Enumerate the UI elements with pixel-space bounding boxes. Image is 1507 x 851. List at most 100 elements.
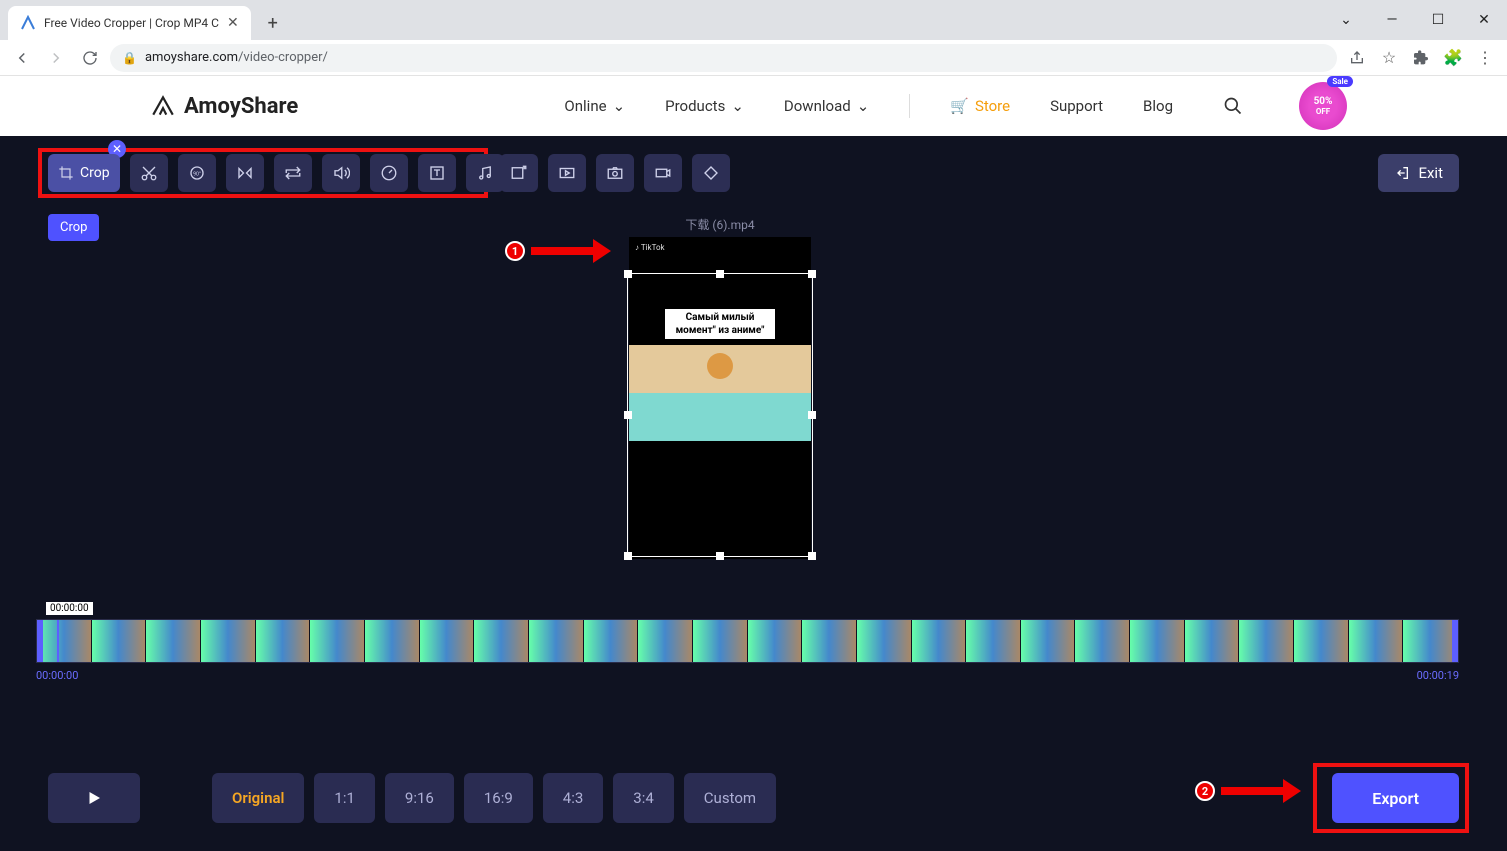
- time-end: 00:00:19: [1417, 669, 1459, 682]
- crop-tool-button[interactable]: Crop: [48, 154, 120, 192]
- nav-online[interactable]: Online⌄: [564, 97, 625, 115]
- ratio-9-16[interactable]: 9:16: [385, 773, 454, 823]
- ratio-4-3[interactable]: 4:3: [543, 773, 604, 823]
- flip-tool-button[interactable]: [226, 154, 264, 192]
- minimize-icon[interactable]: —: [1369, 0, 1415, 40]
- crop-handle-bl[interactable]: [624, 552, 632, 560]
- play-button[interactable]: [48, 773, 140, 823]
- tab-close-icon[interactable]: ✕: [227, 15, 239, 31]
- chevron-down-icon: ⌄: [857, 97, 870, 115]
- volume-tool-button[interactable]: [322, 154, 360, 192]
- crop-tooltip: Crop: [48, 214, 99, 241]
- dropdown-icon[interactable]: ⌄: [1323, 0, 1369, 40]
- crop-handle-bm[interactable]: [716, 552, 724, 560]
- exit-button[interactable]: Exit: [1378, 154, 1459, 192]
- playhead[interactable]: [57, 619, 59, 663]
- ratio-16-9[interactable]: 16:9: [464, 773, 533, 823]
- filename: 下载 (6).mp4: [625, 216, 815, 233]
- rotate-tool-button[interactable]: 90°: [178, 154, 216, 192]
- timeline-track[interactable]: [36, 619, 1459, 663]
- extension-icon[interactable]: [1407, 44, 1435, 72]
- share-icon[interactable]: [1343, 44, 1371, 72]
- tag-button[interactable]: [692, 154, 730, 192]
- back-button[interactable]: [8, 44, 36, 72]
- nav-products[interactable]: Products⌄: [665, 97, 744, 115]
- time-start: 00:00:00: [36, 669, 78, 682]
- aspect-ratio-group: Original 1:1 9:16 16:9 4:3 3:4 Custom: [212, 773, 776, 823]
- record-button[interactable]: [644, 154, 682, 192]
- trim-handle-right[interactable]: [1452, 620, 1458, 662]
- toolbar-secondary: [500, 154, 730, 192]
- sale-off: OFF: [1316, 107, 1330, 116]
- loop-tool-button[interactable]: [274, 154, 312, 192]
- browser-title-bar: Free Video Cropper | Crop MP4 C ✕ + ⌄ — …: [0, 0, 1507, 40]
- crop-handle-tr[interactable]: [808, 270, 816, 278]
- logo[interactable]: AmoyShare: [150, 93, 298, 119]
- annotation-1: 1: [505, 241, 611, 261]
- playhead-time: 00:00:00: [46, 602, 93, 615]
- window-controls: ⌄ — ☐ ✕: [1323, 0, 1507, 40]
- music-tool-button[interactable]: [466, 154, 504, 192]
- exit-label: Exit: [1418, 164, 1443, 182]
- browser-tab[interactable]: Free Video Cropper | Crop MP4 C ✕: [8, 6, 251, 40]
- chevron-down-icon: ⌄: [613, 97, 626, 115]
- close-window-icon[interactable]: ✕: [1461, 0, 1507, 40]
- nav-store[interactable]: 🛒Store: [950, 97, 1010, 115]
- tab-favicon: [20, 15, 36, 31]
- crop-handle-tm[interactable]: [716, 270, 724, 278]
- crop-handle-ml[interactable]: [624, 411, 632, 419]
- timeline: 00:00:00 00:00:00 00:00:19: [36, 596, 1459, 682]
- toolbar: Crop 90°: [48, 154, 504, 192]
- crop-handle-br[interactable]: [808, 552, 816, 560]
- annotation-arrow: [1221, 782, 1301, 800]
- add-image-button[interactable]: [500, 154, 538, 192]
- svg-text:90°: 90°: [193, 171, 201, 177]
- crop-handle-mr[interactable]: [808, 411, 816, 419]
- lock-icon: 🔒: [122, 51, 137, 65]
- ratio-original[interactable]: Original: [212, 773, 304, 823]
- chevron-down-icon: ⌄: [731, 97, 744, 115]
- crop-handle-tl[interactable]: [624, 270, 632, 278]
- reload-button[interactable]: [76, 44, 104, 72]
- extension-pinned-icon[interactable]: 🧩: [1439, 44, 1467, 72]
- annotation-number: 2: [1195, 781, 1215, 801]
- nav-blog[interactable]: Blog: [1143, 97, 1173, 115]
- annotation-2: 2: [1195, 781, 1301, 801]
- add-video-button[interactable]: [548, 154, 586, 192]
- video-frame[interactable]: ♪ TikTok Самый милый момент" из аниме": [629, 237, 811, 559]
- address-bar: 🔒 amoyshare.com/video-cropper/ ☆ 🧩 ⋮: [0, 40, 1507, 76]
- ratio-custom[interactable]: Custom: [684, 773, 776, 823]
- forward-button[interactable]: [42, 44, 70, 72]
- nav-download[interactable]: Download⌄: [784, 97, 869, 115]
- annotation-number: 1: [505, 241, 525, 261]
- menu-icon[interactable]: ⋮: [1471, 44, 1499, 72]
- video-preview: 下载 (6).mp4 ♪ TikTok Самый милый момент" …: [625, 216, 815, 559]
- maximize-icon[interactable]: ☐: [1415, 0, 1461, 40]
- site-header: AmoyShare Online⌄ Products⌄ Download⌄ 🛒S…: [0, 76, 1507, 136]
- logo-text: AmoyShare: [184, 94, 298, 119]
- cut-tool-button[interactable]: [130, 154, 168, 192]
- crop-frame[interactable]: [627, 273, 813, 557]
- tab-title: Free Video Cropper | Crop MP4 C: [44, 16, 219, 30]
- text-tool-button[interactable]: [418, 154, 456, 192]
- export-button[interactable]: Export: [1332, 773, 1459, 823]
- main-nav: Online⌄ Products⌄ Download⌄ 🛒Store Suppo…: [564, 82, 1347, 130]
- speed-tool-button[interactable]: [370, 154, 408, 192]
- ratio-3-4[interactable]: 3:4: [613, 773, 674, 823]
- editor-area: ✕ Crop 90° Exit Crop 1 下载 (6).mp4 ♪ TikT…: [0, 136, 1507, 851]
- divider: [909, 94, 910, 118]
- nav-support[interactable]: Support: [1050, 97, 1103, 115]
- screenshot-button[interactable]: [596, 154, 634, 192]
- new-tab-button[interactable]: +: [259, 9, 287, 37]
- sale-badge[interactable]: 50% OFF: [1299, 82, 1347, 130]
- cart-icon: 🛒: [950, 97, 969, 115]
- trim-handle-left[interactable]: [37, 620, 43, 662]
- star-icon[interactable]: ☆: [1375, 44, 1403, 72]
- annotation-arrow: [531, 242, 611, 260]
- ratio-1-1[interactable]: 1:1: [314, 773, 375, 823]
- search-button[interactable]: [1223, 96, 1243, 116]
- url-bar[interactable]: 🔒 amoyshare.com/video-cropper/: [110, 44, 1337, 72]
- crop-label: Crop: [80, 165, 110, 181]
- url-text: amoyshare.com/video-cropper/: [145, 50, 328, 65]
- sale-percent: 50%: [1314, 96, 1333, 107]
